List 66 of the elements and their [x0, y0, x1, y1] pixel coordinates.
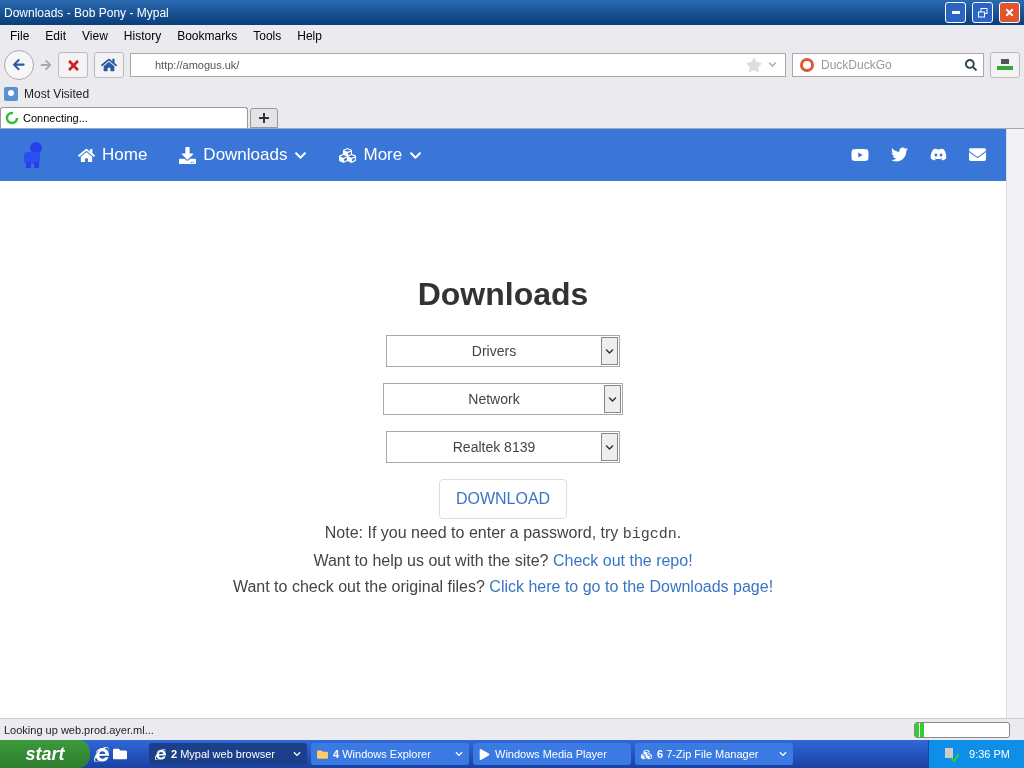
- mail-icon[interactable]: [969, 146, 986, 164]
- address-field[interactable]: http://amogus.uk/: [130, 53, 786, 77]
- scrollbar[interactable]: [1006, 129, 1024, 718]
- folder-icon[interactable]: [113, 747, 127, 761]
- menu-item[interactable]: Tools: [245, 29, 290, 43]
- home-icon: [101, 57, 117, 73]
- menu-item[interactable]: Edit: [37, 29, 75, 43]
- folder-icon: [317, 748, 328, 760]
- play-icon: [479, 748, 490, 760]
- page-heading: Downloads: [417, 276, 589, 313]
- minimize-icon: [951, 11, 960, 14]
- nav-link[interactable]: More: [339, 145, 423, 165]
- close-button[interactable]: [999, 2, 1020, 23]
- caret-icon: [455, 750, 463, 758]
- caret-icon: [779, 750, 787, 758]
- info-text: Want to check out the original files? Click here to go to the Downloads page!: [232, 577, 774, 597]
- browser-icon[interactable]: [94, 746, 109, 762]
- home-button[interactable]: [94, 52, 124, 78]
- minimize-button[interactable]: [945, 2, 966, 23]
- nav-icon: [339, 146, 357, 164]
- taskbar-item[interactable]: Windows Media Player: [473, 743, 631, 765]
- password-note: Note: If you need to enter a password, try bigcdn.: [324, 523, 682, 545]
- search-engine-icon[interactable]: [799, 57, 815, 73]
- menu-item[interactable]: History: [115, 29, 170, 43]
- toolbar-button[interactable]: [990, 52, 1020, 78]
- dropdown-select[interactable]: Network: [383, 383, 623, 415]
- meter-icon: [996, 58, 1014, 72]
- text-link[interactable]: Check out the repo!: [552, 552, 693, 569]
- nav-link[interactable]: Downloads: [179, 145, 308, 165]
- restore-icon: [977, 7, 988, 18]
- browser-icon: [155, 748, 166, 760]
- star-icon[interactable]: [746, 57, 762, 73]
- start-button[interactable]: start: [0, 740, 90, 768]
- text-link[interactable]: Click here to go to the Downloads page!: [489, 578, 774, 595]
- close-icon: [1004, 7, 1015, 18]
- bookmark-item[interactable]: Most Visited: [24, 87, 90, 101]
- nav-icon: [78, 146, 95, 164]
- cubes-icon: [641, 748, 652, 760]
- browser-tab[interactable]: Connecting...: [0, 107, 248, 128]
- taskbar-item[interactable]: 2 Mypal web browser: [149, 743, 307, 765]
- back-button[interactable]: [4, 50, 34, 80]
- back-arrow-icon: [12, 58, 26, 72]
- status-text: Looking up web.prod.ayer.ml...: [4, 723, 155, 736]
- nav-icon: [179, 146, 197, 164]
- clock: 9:36 PM: [969, 748, 1010, 760]
- window-title: Downloads - Bob Pony - Mypal: [4, 5, 170, 20]
- new-tab-button[interactable]: [250, 108, 278, 128]
- menu-item[interactable]: Help: [289, 29, 330, 43]
- taskbar-item[interactable]: 6 7-Zip File Manager: [635, 743, 793, 765]
- restore-button[interactable]: [972, 2, 993, 23]
- youtube-icon[interactable]: [851, 146, 869, 164]
- taskbar-item[interactable]: 4 Windows Explorer: [311, 743, 469, 765]
- menu-item[interactable]: View: [74, 29, 116, 43]
- bookmark-folder-icon: [4, 87, 18, 101]
- stop-button[interactable]: [58, 52, 88, 78]
- dropdown-select[interactable]: Drivers: [386, 335, 620, 367]
- caret-icon: [293, 750, 301, 758]
- dropdown-select[interactable]: Realtek 8139: [386, 431, 620, 463]
- plus-icon: [259, 113, 269, 123]
- menu-item[interactable]: Bookmarks: [169, 29, 246, 43]
- search-icon[interactable]: [965, 59, 977, 71]
- info-text: Want to help us out with the site? Check out the repo!: [313, 551, 693, 571]
- nav-link[interactable]: Home: [78, 145, 148, 165]
- menu-item[interactable]: File: [2, 29, 38, 43]
- twitter-icon[interactable]: [891, 146, 908, 164]
- download-button[interactable]: DOWNLOAD: [438, 479, 568, 519]
